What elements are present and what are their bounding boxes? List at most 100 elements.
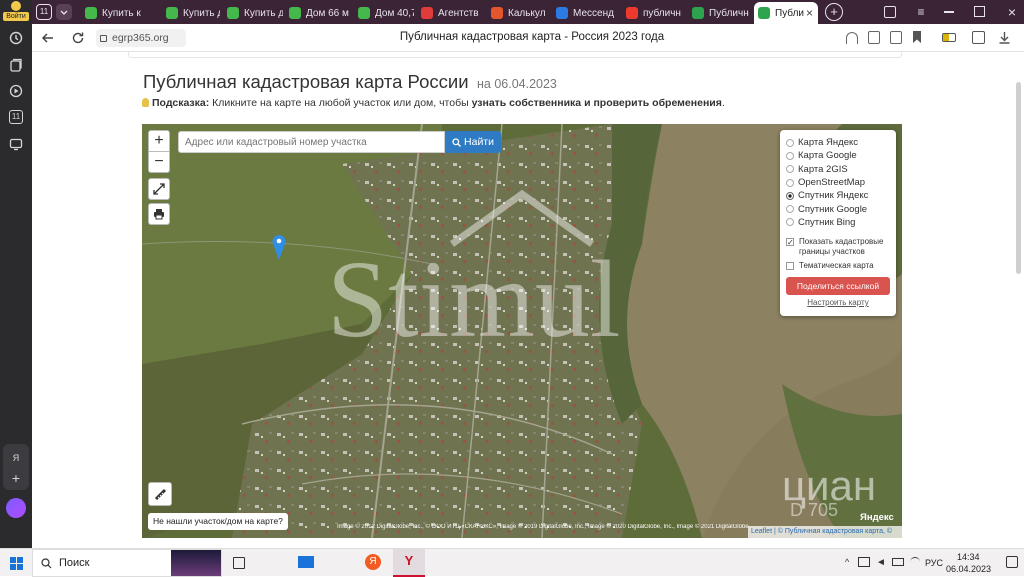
tabs-count-button[interactable]: 11 (36, 4, 52, 20)
tab-item[interactable]: Публи × (754, 2, 818, 24)
tab-item[interactable]: Купить к (81, 2, 159, 24)
translate-icon[interactable] (868, 31, 880, 44)
maximize-button[interactable] (974, 6, 985, 17)
tray-chevron-icon[interactable]: ^ (845, 557, 849, 567)
ruler-button[interactable] (148, 482, 172, 506)
extensions-icon[interactable] (998, 31, 1011, 44)
layer-option[interactable]: OpenStreetMap (786, 176, 890, 189)
language-indicator[interactable]: РУС (925, 558, 943, 568)
tab-item[interactable]: Калькул (487, 2, 549, 24)
layer-radio[interactable] (786, 165, 794, 174)
clock-date[interactable]: 06.04.2023 (946, 564, 991, 574)
new-tab-button[interactable]: + (825, 3, 843, 21)
browser-menu-icon[interactable]: ≡ (914, 5, 928, 19)
back-button[interactable] (40, 30, 56, 46)
hint-link[interactable]: узнать собственника и проверить обремене… (472, 97, 722, 109)
configure-map-link[interactable]: Настроить карту (786, 298, 890, 307)
layer-option[interactable]: Спутник Bing (786, 216, 890, 229)
show-boundaries-option[interactable]: ✓ Показать кадастровые границы участков (786, 237, 890, 257)
start-icon[interactable] (10, 557, 23, 570)
alice-icon[interactable] (6, 498, 26, 518)
tab-item[interactable]: Публичн (688, 2, 751, 24)
tab-label: Купить д (244, 7, 283, 19)
layer-label: Спутник Google (798, 203, 868, 215)
battery-tray-icon[interactable] (892, 558, 904, 566)
battery-icon[interactable] (942, 33, 956, 42)
page-scrollbar[interactable] (1016, 82, 1021, 274)
tab-item[interactable]: Мессенд (552, 2, 619, 24)
layer-radio[interactable] (786, 205, 794, 214)
tab-item[interactable]: публичн (622, 2, 685, 24)
layer-label: Карта 2GIS (798, 163, 848, 175)
show-boundaries-label: Показать кадастровые границы участков (799, 237, 884, 257)
window-tabs-icon[interactable] (884, 6, 896, 18)
zoom-out-button[interactable]: − (148, 151, 170, 173)
fullscreen-button[interactable] (148, 178, 170, 200)
cian-favicon-icon (358, 7, 370, 19)
tab-item[interactable]: Дом 40,7 (354, 2, 414, 24)
show-boundaries-checkbox[interactable]: ✓ (786, 238, 794, 247)
print-button[interactable] (148, 203, 170, 225)
add-icon[interactable]: + (8, 470, 24, 486)
volume-icon[interactable]: ◄ (876, 557, 886, 568)
reader-icon[interactable] (890, 31, 902, 44)
top-card-border (128, 52, 902, 58)
layer-radio[interactable] (786, 191, 794, 200)
layer-option[interactable]: Спутник Яндекс (786, 189, 890, 202)
bookmark-icon[interactable] (912, 30, 922, 44)
map-marker-icon[interactable] (272, 234, 286, 260)
screen-icon[interactable] (8, 136, 24, 152)
map-search-input[interactable] (178, 131, 445, 153)
yandex-app-icon[interactable]: Y (393, 549, 425, 577)
downloads-icon[interactable] (972, 31, 985, 44)
mail-icon[interactable] (298, 556, 314, 568)
yandex-browser-icon[interactable]: Я (365, 554, 381, 570)
hint-text: Кликните на карте на любой участок или д… (209, 97, 472, 109)
layer-option[interactable]: Карта 2GIS (786, 163, 890, 176)
layer-radio[interactable] (786, 151, 794, 160)
collections-icon[interactable] (8, 57, 24, 73)
layers-panel: Карта Яндекс Карта Google Карта 2GIS OpenSt… (780, 130, 896, 316)
task-view-icon[interactable] (233, 557, 245, 569)
network-icon[interactable] (858, 557, 870, 567)
thematic-checkbox[interactable] (786, 261, 794, 270)
video-icon[interactable] (8, 83, 24, 99)
layer-radio[interactable] (786, 138, 794, 147)
history-icon[interactable] (8, 30, 24, 46)
wifi-icon[interactable] (910, 557, 920, 567)
search-button[interactable]: Найти (445, 131, 501, 153)
close-window-button[interactable]: × (1004, 2, 1020, 22)
layer-radio[interactable] (786, 218, 794, 227)
share-button[interactable]: Поделиться ссылкой (786, 277, 890, 296)
headphones-icon[interactable] (846, 32, 858, 44)
notifications-icon[interactable] (1006, 556, 1018, 568)
zoom-in-button[interactable]: + (148, 130, 170, 152)
fullscreen-icon (153, 183, 165, 195)
search-icon (41, 557, 52, 568)
map-viewport[interactable]: Stimul циан D 705 + − Найти Карта Яндекс… (142, 124, 902, 538)
tabs-menu-button[interactable] (56, 4, 72, 20)
avatar-icon (11, 1, 21, 11)
close-tab-icon[interactable]: × (806, 6, 813, 20)
taskbar-search[interactable]: Поиск (32, 549, 222, 577)
reload-button[interactable] (70, 30, 86, 46)
layer-option[interactable]: Карта Яндекс (786, 136, 890, 149)
tab-item[interactable]: Дом 66 м (285, 2, 351, 24)
clock-time[interactable]: 14:34 (957, 552, 980, 562)
tab-item[interactable]: Купить д (162, 2, 220, 24)
tab-item[interactable]: Агентств (417, 2, 483, 24)
layer-radio[interactable] (786, 178, 794, 187)
tab-item[interactable]: Купить д (223, 2, 283, 24)
login-button[interactable]: Войти (3, 1, 29, 21)
url-field[interactable]: egrp365.org (96, 29, 186, 47)
tabs-badge-icon[interactable]: 11 (8, 109, 24, 125)
yandex-small-icon[interactable]: Я (8, 450, 24, 466)
layer-option[interactable]: Карта Google (786, 149, 890, 162)
heading-text: Публичная кадастровая карта России (143, 71, 469, 92)
layer-option[interactable]: Спутник Google (786, 202, 890, 215)
not-found-button[interactable]: Не нашли участок/дом на карте? (148, 513, 288, 530)
thematic-option[interactable]: Тематическая карта (786, 261, 890, 270)
heading-date: на 06.04.2023 (477, 77, 557, 91)
minimize-button[interactable] (944, 11, 954, 13)
leaflet-credit[interactable]: Leaflet | © Публичная кадастровая карта,… (748, 526, 902, 538)
